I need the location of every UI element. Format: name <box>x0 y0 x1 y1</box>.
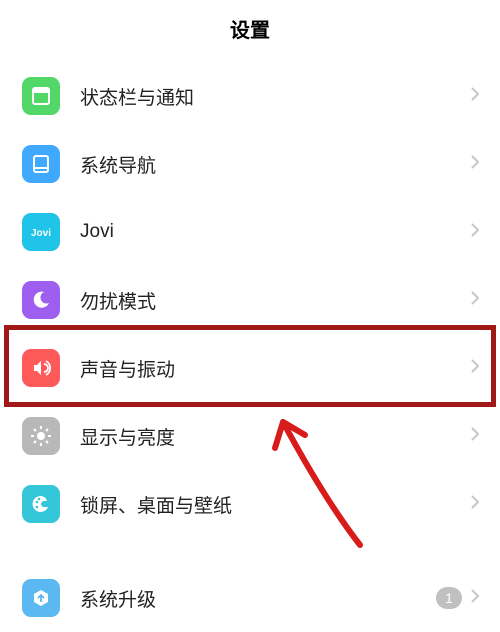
chevron-right-icon <box>470 426 480 447</box>
settings-item-lockscreen[interactable]: 锁屏、桌面与壁纸 <box>0 470 500 538</box>
header: 设置 <box>0 0 500 56</box>
chevron-right-icon <box>470 222 480 243</box>
settings-item-label: 勿扰模式 <box>80 287 470 314</box>
chevron-right-icon <box>470 588 480 609</box>
status-icon <box>22 77 60 115</box>
chevron-right-icon <box>470 290 480 311</box>
page-title: 设置 <box>230 14 270 43</box>
moon-icon <box>22 281 60 319</box>
settings-item-status-bar[interactable]: 状态栏与通知 <box>0 62 500 130</box>
chevron-right-icon <box>470 494 480 515</box>
svg-text:Jovi: Jovi <box>31 228 51 238</box>
settings-item-label: 状态栏与通知 <box>80 83 470 110</box>
settings-item-label: Jovi <box>80 221 470 243</box>
section-spacer <box>0 538 500 564</box>
settings-item-system-nav[interactable]: 系统导航 <box>0 130 500 198</box>
jovi-icon: Jovi <box>22 213 60 251</box>
settings-list: 状态栏与通知 系统导航 Jovi Jovi 勿扰模式 <box>0 56 500 632</box>
settings-item-display[interactable]: 显示与亮度 <box>0 402 500 470</box>
settings-item-label: 声音与振动 <box>80 355 470 382</box>
chevron-right-icon <box>470 154 480 175</box>
settings-item-label: 显示与亮度 <box>80 423 470 450</box>
settings-item-label: 系统导航 <box>80 151 470 178</box>
settings-item-system-upgrade[interactable]: 系统升级 1 <box>0 564 500 632</box>
nav-icon <box>22 145 60 183</box>
palette-icon <box>22 485 60 523</box>
sound-icon <box>22 349 60 387</box>
chevron-right-icon <box>470 86 480 107</box>
settings-item-label: 锁屏、桌面与壁纸 <box>80 491 470 518</box>
settings-item-jovi[interactable]: Jovi Jovi <box>0 198 500 266</box>
chevron-right-icon <box>470 358 480 379</box>
upgrade-icon <box>22 579 60 617</box>
badge-count: 1 <box>436 587 462 609</box>
settings-item-dnd[interactable]: 勿扰模式 <box>0 266 500 334</box>
settings-item-sound[interactable]: 声音与振动 <box>0 334 500 402</box>
brightness-icon <box>22 417 60 455</box>
settings-item-label: 系统升级 <box>80 585 436 612</box>
